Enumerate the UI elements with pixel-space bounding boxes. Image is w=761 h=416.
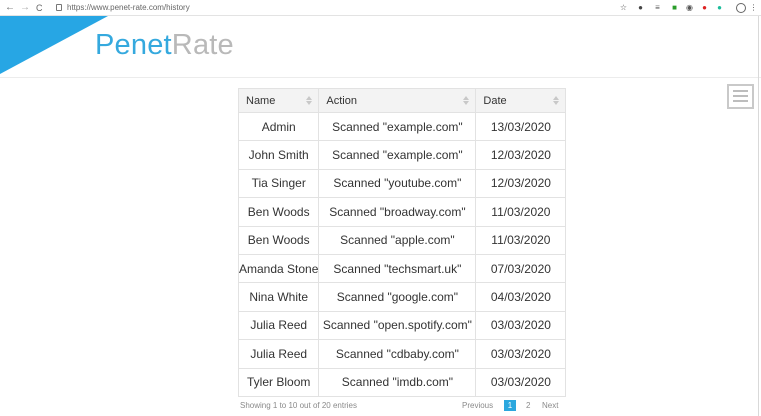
cell-date: 03/03/2020 — [475, 339, 567, 369]
cell-name: Tia Singer — [237, 168, 320, 199]
cell-action: Scanned "open.spotify.com" — [318, 310, 477, 341]
back-icon[interactable]: ← — [5, 1, 15, 15]
cell-name: Tyler Bloom — [237, 367, 320, 397]
table-row: Tyler Bloom Scanned "imdb.com" 03/03/2020 — [237, 367, 567, 397]
cell-action: Scanned "example.com" — [318, 111, 477, 142]
column-header-label: Name — [246, 94, 276, 107]
cell-date: 07/03/2020 — [475, 253, 567, 284]
history-table: Name Action Date Admin Scanned "example.c… — [237, 88, 567, 397]
cell-date: 12/03/2020 — [475, 168, 567, 199]
hamburger-menu-button[interactable] — [727, 84, 754, 109]
extension-icon-4[interactable]: ◉ — [685, 3, 694, 12]
cell-date: 12/03/2020 — [475, 140, 567, 170]
extension-icon-2[interactable]: ≡ — [653, 3, 662, 12]
column-header-name[interactable]: Name — [237, 88, 320, 113]
cell-name: Admin — [237, 111, 320, 142]
browser-menu-icon[interactable]: ⋮ — [749, 3, 758, 12]
url-text: https://www.penet-rate.com/history — [67, 3, 190, 12]
lock-icon — [56, 4, 62, 11]
site-header: PenetRate — [0, 16, 761, 78]
pagination-page-2[interactable]: 2 — [526, 401, 530, 411]
cell-date: 04/03/2020 — [475, 282, 567, 312]
cell-action: Scanned "youtube.com" — [318, 168, 477, 199]
table-row: Ben Woods Scanned "broadway.com" 11/03/202… — [237, 197, 567, 227]
profile-avatar-icon[interactable] — [736, 3, 746, 13]
page-edge-divider — [758, 16, 759, 416]
header-corner-decoration — [0, 16, 108, 74]
cell-action: Scanned "apple.com" — [318, 225, 477, 255]
cell-name: Nina White — [237, 282, 320, 312]
table-row: Admin Scanned "example.com" 13/03/2020 — [237, 111, 567, 142]
address-bar[interactable]: https://www.penet-rate.com/history — [56, 2, 190, 14]
cell-action: Scanned "broadway.com" — [318, 197, 477, 227]
extension-icon-6[interactable]: ● — [715, 3, 724, 12]
column-header-date[interactable]: Date — [475, 88, 567, 113]
column-header-label: Action — [326, 94, 357, 107]
cell-date: 11/03/2020 — [475, 197, 567, 227]
pagination-previous[interactable]: Previous — [462, 401, 493, 411]
pagination-page-1[interactable]: 1 — [504, 400, 516, 411]
sort-icon[interactable] — [463, 96, 470, 106]
extension-icon-1[interactable]: ● — [636, 3, 645, 12]
extension-icon-5[interactable]: ● — [700, 3, 709, 12]
entries-info: Showing 1 to 10 out of 20 entries — [240, 401, 357, 410]
menu-line-icon — [733, 95, 748, 97]
column-header-label: Date — [483, 94, 507, 107]
cell-name: John Smith — [237, 140, 320, 170]
column-header-action[interactable]: Action — [318, 88, 477, 113]
menu-line-icon — [733, 90, 748, 92]
forward-icon[interactable]: → — [20, 1, 30, 15]
cell-date: 11/03/2020 — [475, 225, 567, 255]
logo-part-rate: Rate — [171, 29, 234, 61]
menu-line-icon — [733, 100, 748, 102]
cell-name: Julia Reed — [237, 310, 320, 341]
cell-date: 13/03/2020 — [475, 111, 567, 142]
bookmark-star-icon[interactable]: ☆ — [619, 3, 628, 12]
cell-action: Scanned "cdbaby.com" — [318, 339, 477, 369]
table-row: Tia Singer Scanned "youtube.com" 12/03/202… — [237, 168, 567, 199]
cell-action: Scanned "example.com" — [318, 140, 477, 170]
browser-toolbar: ← → C https://www.penet-rate.com/history… — [0, 0, 761, 16]
table-row: Nina White Scanned "google.com" 04/03/2020 — [237, 282, 567, 312]
cell-name: Ben Woods — [237, 225, 320, 255]
cell-name: Amanda Stone — [237, 253, 320, 284]
table-row: Amanda Stone Scanned "techsmart.uk" 07/03/… — [237, 253, 567, 284]
cell-name: Ben Woods — [237, 197, 320, 227]
extension-icon-3[interactable]: ■ — [670, 3, 679, 12]
pagination-next[interactable]: Next — [542, 401, 558, 411]
table-row: Ben Woods Scanned "apple.com" 11/03/2020 — [237, 225, 567, 255]
sort-icon[interactable] — [553, 96, 560, 106]
cell-action: Scanned "techsmart.uk" — [318, 253, 477, 284]
table-row: John Smith Scanned "example.com" 12/03/202… — [237, 140, 567, 170]
sort-icon[interactable] — [306, 96, 313, 106]
site-logo[interactable]: PenetRate — [95, 29, 234, 62]
cell-action: Scanned "imdb.com" — [318, 367, 477, 397]
table-row: Julia Reed Scanned "cdbaby.com" 03/03/2020 — [237, 339, 567, 369]
table-row: Julia Reed Scanned "open.spotify.com" 03/0… — [237, 310, 567, 341]
logo-part-penet: Penet — [95, 29, 172, 61]
cell-name: Julia Reed — [237, 339, 320, 369]
reload-icon[interactable]: C — [36, 1, 43, 15]
table-header-row: Name Action Date — [237, 88, 567, 113]
cell-action: Scanned "google.com" — [318, 282, 477, 312]
cell-date: 03/03/2020 — [475, 310, 567, 341]
cell-date: 03/03/2020 — [475, 367, 567, 397]
